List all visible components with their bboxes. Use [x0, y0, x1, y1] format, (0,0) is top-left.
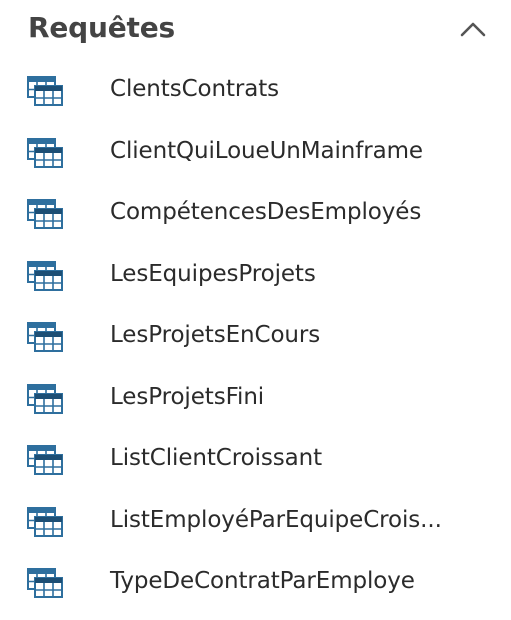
query-item-7[interactable]: ListClientCroissant [0, 431, 511, 493]
query-item-label: LesProjetsEnCours [110, 322, 321, 348]
query-item-label: LesEquipesProjets [110, 260, 316, 287]
query-item-label: ListClientCroissant [110, 445, 323, 471]
query-item-8[interactable]: ListEmployéParEquipeCrois... [0, 493, 511, 555]
query-icon [27, 260, 63, 291]
query-icon [27, 506, 63, 537]
group-header-requetes[interactable]: Requêtes [0, 0, 511, 66]
query-icon [27, 76, 63, 106]
query-item-label: ListEmployéParEquipeCrois... [110, 506, 442, 533]
chevron-up-icon[interactable] [460, 20, 486, 38]
navigation-pane: Requêtes ClentsContrats ClientQuiLoueUnM… [0, 0, 511, 620]
query-item-1[interactable]: ClentsContrats [0, 62, 511, 124]
query-item-6[interactable]: LesProjetsFini [0, 370, 511, 432]
query-item-label: ClentsContrats [110, 76, 280, 102]
query-item-label: TypeDeContratParEmploye [110, 568, 415, 594]
query-item-label: CompétencesDesEmployés [110, 199, 422, 225]
query-icon [27, 199, 63, 229]
query-item-3[interactable]: CompétencesDesEmployés [0, 185, 511, 247]
query-item-label: LesProjetsFini [110, 383, 265, 410]
query-item-9[interactable]: TypeDeContratParEmploye [0, 554, 511, 616]
query-item-2[interactable]: ClientQuiLoueUnMainframe [0, 124, 511, 186]
query-icon [27, 383, 63, 414]
query-item-4[interactable]: LesEquipesProjets [0, 247, 511, 309]
query-icon [27, 322, 63, 352]
query-item-5[interactable]: LesProjetsEnCours [0, 308, 511, 370]
query-icon [27, 445, 63, 475]
group-title: Requêtes [28, 11, 175, 44]
query-icon [27, 568, 63, 598]
query-list: ClentsContrats ClientQuiLoueUnMainframe [0, 62, 511, 616]
query-icon [27, 137, 63, 168]
query-item-label: ClientQuiLoueUnMainframe [110, 137, 423, 164]
